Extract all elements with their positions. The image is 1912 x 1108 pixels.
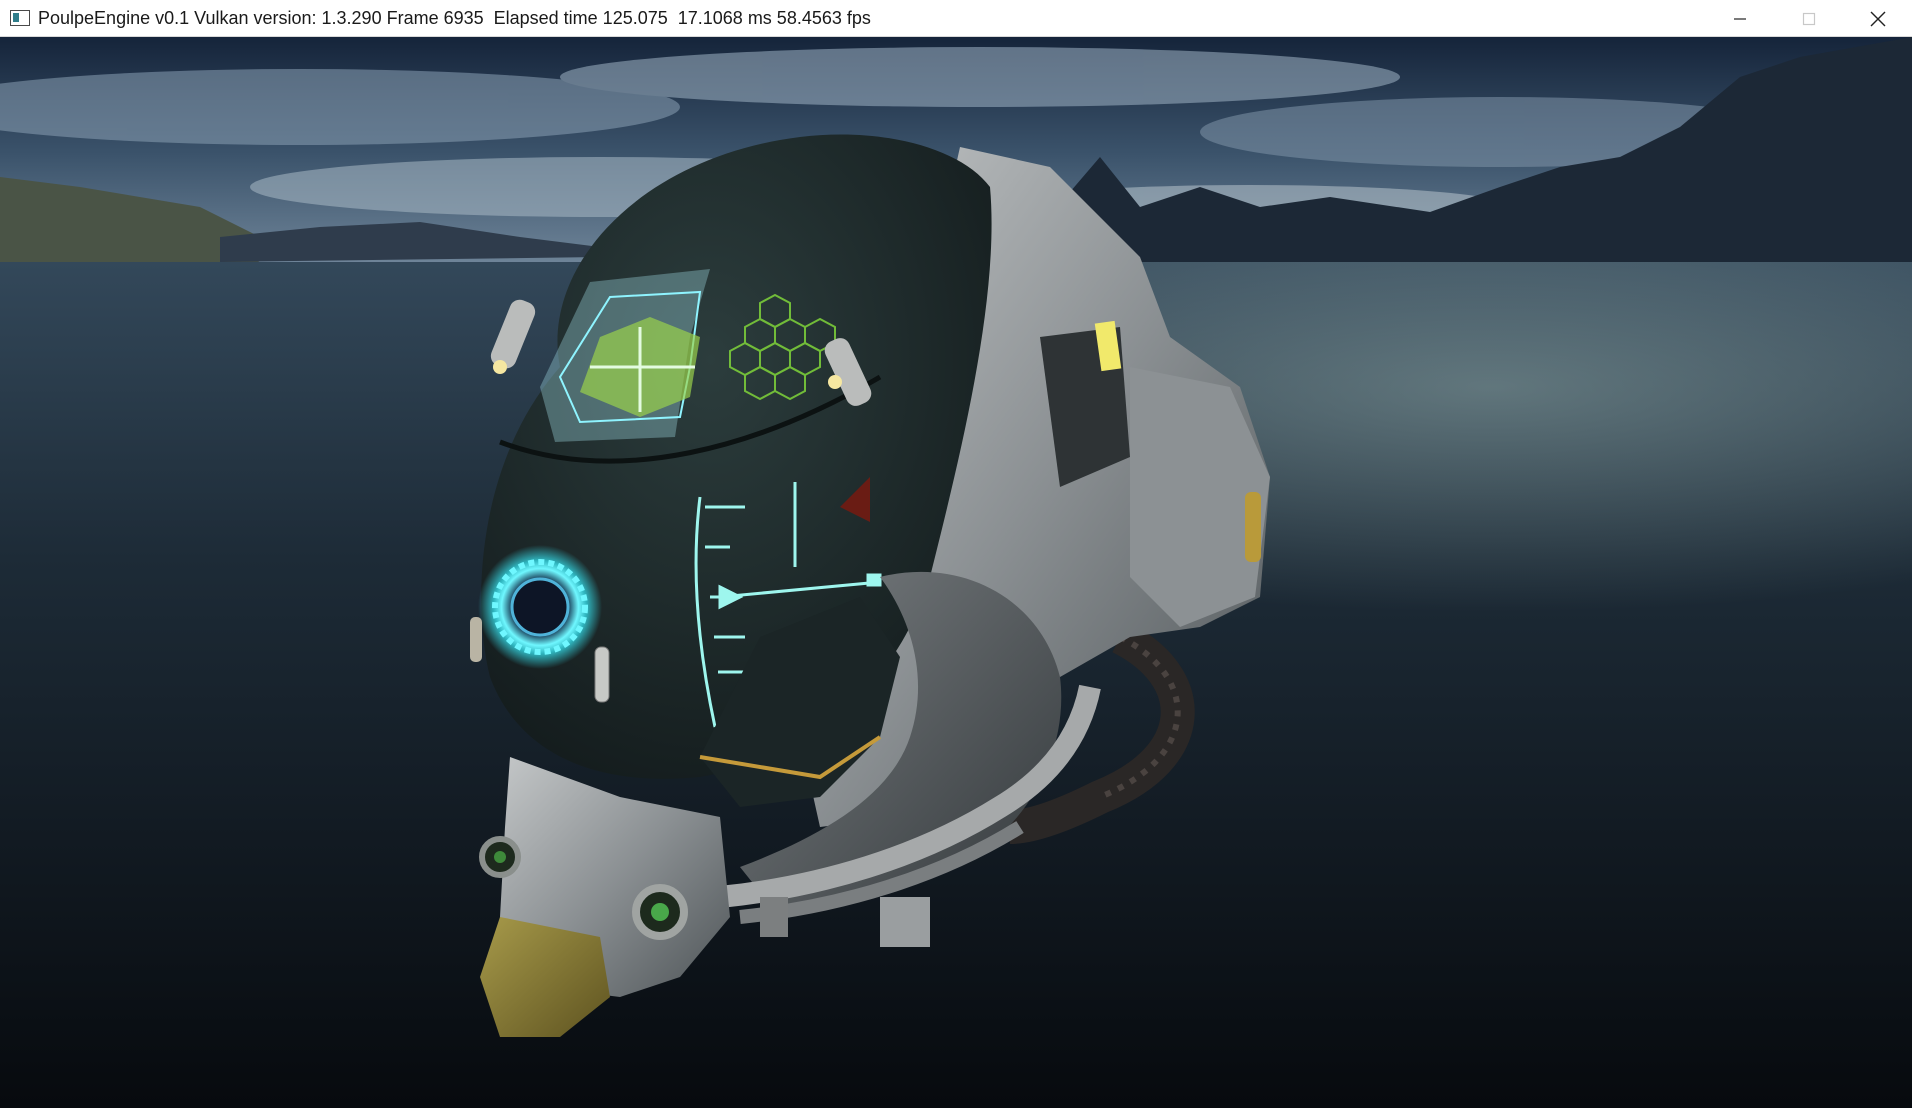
minimize-icon <box>1733 17 1746 20</box>
maximize-icon <box>1802 12 1815 25</box>
app-window-icon <box>10 10 30 26</box>
maximize-button[interactable] <box>1774 0 1843 37</box>
app-window: PoulpeEngine v0.1 Vulkan version: 1.3.29… <box>0 0 1912 1108</box>
close-icon <box>1870 11 1885 26</box>
minimize-button[interactable] <box>1705 0 1774 37</box>
title-bar[interactable]: PoulpeEngine v0.1 Vulkan version: 1.3.29… <box>0 0 1912 37</box>
close-button[interactable] <box>1843 0 1912 37</box>
window-title: PoulpeEngine v0.1 Vulkan version: 1.3.29… <box>38 7 871 28</box>
window-controls <box>1705 0 1912 37</box>
render-viewport[interactable] <box>0 37 1912 1108</box>
rendered-3d-viewport <box>0 37 1912 1108</box>
